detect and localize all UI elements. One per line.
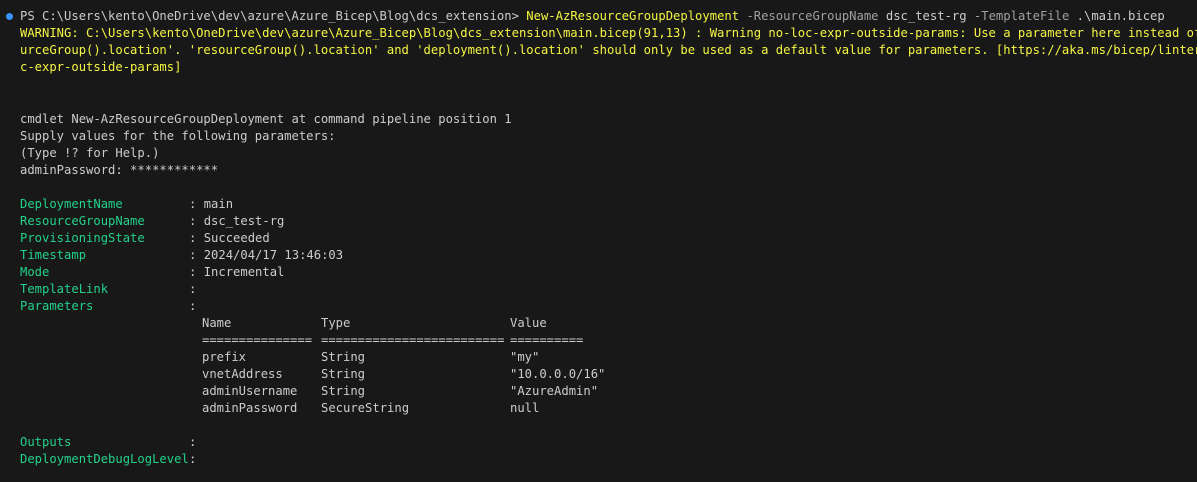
cmdlet-line: cmdlet New-AzResourceGroupDeployment at … [20,112,512,126]
rule-type: ========================= [321,333,505,347]
result-value: dsc_test-rg [203,214,285,228]
param-type: String [321,367,366,381]
param-flag: -ResourceGroupName [746,9,879,23]
result-separator: : [189,197,204,211]
param-name: prefix [202,350,247,364]
result-separator: : [189,282,204,296]
params-table-row: adminUsername String "AzureAdmin" [202,383,598,400]
column-header-type: Type [321,316,351,330]
result-separator: : [189,435,204,449]
result-key: Outputs [20,435,72,449]
result-row: DeploymentDebugLogLevel: [20,451,204,468]
result-value: main [203,197,234,211]
result-key: Mode [20,265,50,279]
column-header-value: Value [510,316,547,330]
result-row: TemplateLink: [20,281,204,298]
result-key: DeploymentName [20,197,123,211]
prompt-line: PS C:\Users\kento\OneDrive\dev\azure\Azu… [20,8,1165,25]
result-separator: : [189,231,204,245]
result-value: 2024/04/17 13:46:03 [203,248,344,262]
param-value: null [510,401,540,415]
params-table-row: adminPassword SecureString null [202,400,539,417]
result-separator: : [189,214,204,228]
warning-line: c-expr-outside-params] [20,60,182,74]
result-separator: : [189,248,204,262]
result-row: Timestamp: 2024/04/17 13:46:03 [20,247,343,264]
param-value: .\main.bicep [1076,9,1165,23]
params-table-row: prefix String "my" [202,349,539,366]
warning-line: WARNING: C:\Users\kento\OneDrive\dev\azu… [20,26,1197,40]
result-row: ProvisioningState: Succeeded [20,230,270,247]
param-type: SecureString [321,401,410,415]
cmdlet-line: (Type !? for Help.) [20,146,160,160]
param-value: "AzureAdmin" [510,384,599,398]
params-table-header: Name Type Value [202,315,547,332]
params-table-row: vnetAddress String "10.0.0.0/16" [202,366,605,383]
command-name: New-AzResourceGroupDeployment [526,9,740,23]
param-name: vnetAddress [202,367,283,381]
result-row: DeploymentName: main [20,196,233,213]
result-row: Mode: Incremental [20,264,284,281]
terminal-output[interactable]: PS C:\Users\kento\OneDrive\dev\azure\Azu… [0,0,1197,482]
param-type: String [321,350,366,364]
param-name: adminUsername [202,384,298,398]
result-value: Succeeded [203,231,270,245]
result-key: TemplateLink [20,282,109,296]
result-key: DeploymentDebugLogLevel [20,452,189,466]
param-value: "10.0.0.0/16" [510,367,606,381]
result-separator: : [189,452,204,466]
result-separator: : [189,299,204,313]
command-decoration-icon[interactable] [6,13,13,20]
param-name: adminPassword [202,401,298,415]
result-separator: : [189,265,204,279]
params-table-rule: =============== =========================… [202,332,583,349]
result-key: ProvisioningState [20,231,145,245]
warning-line: urceGroup().location'. 'resourceGroup().… [20,43,1197,57]
result-row: Parameters: [20,298,204,315]
result-row: ResourceGroupName: dsc_test-rg [20,213,284,230]
rule-name: =============== [202,333,313,347]
result-key: ResourceGroupName [20,214,145,228]
result-row: Outputs: [20,434,204,451]
param-value: "my" [510,350,540,364]
param-type: String [321,384,366,398]
rule-value: ========== [510,333,584,347]
admin-password-prompt: adminPassword: ************ [20,163,219,177]
result-key: Parameters [20,299,94,313]
cmdlet-line: Supply values for the following paramete… [20,129,336,143]
result-key: Timestamp [20,248,87,262]
param-value: dsc_test-rg [885,9,967,23]
result-value: Incremental [203,265,285,279]
column-header-name: Name [202,316,232,330]
prompt-prefix: PS C:\Users\kento\OneDrive\dev\azure\Azu… [20,9,519,23]
param-flag: -TemplateFile [973,9,1070,23]
